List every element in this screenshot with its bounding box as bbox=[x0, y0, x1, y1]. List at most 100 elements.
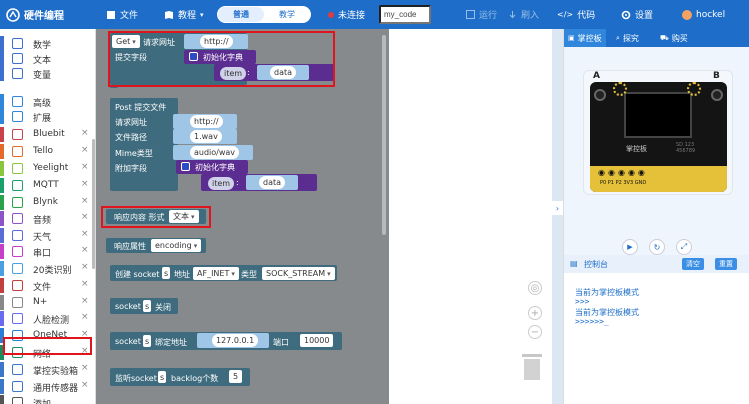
run-button[interactable]: 运行 bbox=[466, 0, 497, 29]
audio-icon bbox=[12, 213, 23, 224]
socket-close-var[interactable]: s bbox=[143, 300, 152, 312]
flash-button[interactable]: 刷入 bbox=[508, 0, 539, 29]
mode-toggle[interactable]: 普通 教学 bbox=[217, 6, 311, 23]
board-image[interactable]: 掌控板 SD 123 456789 P0 P1 P2 3V3 GND ◉◉◉◉◉ bbox=[590, 82, 727, 192]
restart-icon[interactable]: ↻ bbox=[649, 239, 665, 255]
socket-bind-var-value: s bbox=[145, 336, 150, 346]
sidebar-scrollbar[interactable] bbox=[92, 139, 95, 269]
close-icon[interactable]: × bbox=[81, 229, 89, 239]
console-title: 控制台 bbox=[584, 260, 608, 269]
socket-type-dropdown[interactable]: SOCK_STREAM bbox=[262, 267, 335, 280]
sidebar-item-3[interactable]: 高级 bbox=[0, 94, 94, 109]
close-icon[interactable]: × bbox=[81, 296, 89, 306]
workspace-canvas[interactable]: ◎ + − bbox=[389, 29, 563, 404]
post-url-input[interactable]: http:// bbox=[190, 115, 223, 128]
sidebar-item-20[interactable]: 通用传感器 × bbox=[0, 379, 94, 394]
file-menu[interactable]: 文件 bbox=[106, 0, 138, 29]
post-dict-value[interactable]: data bbox=[259, 176, 286, 189]
fullscreen-icon[interactable]: ⤢ bbox=[676, 239, 692, 255]
close-icon[interactable]: × bbox=[81, 145, 89, 155]
backlog-input[interactable]: 5 bbox=[229, 370, 243, 383]
sidebar-item-1[interactable]: 文本 bbox=[0, 51, 94, 66]
sidebar-item-10[interactable]: 音频 × bbox=[0, 211, 94, 226]
socket-bind-var[interactable]: s bbox=[143, 335, 152, 347]
sidebar-item-21[interactable]: 添加 bbox=[0, 395, 94, 404]
sidebar-item-13[interactable]: 20类识别 × bbox=[0, 261, 94, 276]
close-icon[interactable]: × bbox=[81, 363, 89, 373]
recenter-icon[interactable]: ◎ bbox=[528, 281, 542, 295]
user-menu[interactable]: hockel bbox=[682, 0, 725, 29]
console-icon: ▤ bbox=[570, 259, 578, 268]
right-panel: ▣ 掌控板 ⌕ 探究 ⛟ 购买 掌控板 SD 123 456789 P0 P1 … bbox=[563, 29, 749, 404]
close-icon[interactable]: × bbox=[81, 312, 89, 322]
sidebar-item-7[interactable]: Yeelight × bbox=[0, 161, 94, 176]
sidebar-item-8[interactable]: MQTT × bbox=[0, 178, 94, 193]
tab-buy[interactable]: ⛟ 购买 bbox=[656, 29, 692, 47]
close-icon[interactable]: × bbox=[81, 262, 89, 272]
close-icon[interactable]: × bbox=[81, 279, 89, 289]
sidebar-item-2[interactable]: 变量 bbox=[0, 66, 94, 81]
code-button[interactable]: </> 代码 bbox=[557, 0, 595, 29]
post-mime-input[interactable]: audio/wav bbox=[190, 146, 240, 159]
file-icon bbox=[107, 10, 115, 19]
sidebar-item-0[interactable]: 数学 bbox=[0, 36, 94, 51]
close-icon[interactable]: × bbox=[81, 380, 89, 390]
filename-input[interactable] bbox=[379, 5, 431, 24]
sidebar-item-15[interactable]: N+ × bbox=[0, 295, 94, 310]
response-attr-dropdown[interactable]: encoding bbox=[151, 239, 202, 252]
sidebar-item-11[interactable]: 天气 × bbox=[0, 228, 94, 243]
post-dict-key[interactable]: item bbox=[208, 177, 235, 190]
post-colon-label: : bbox=[236, 178, 239, 187]
zoom-in-icon[interactable]: + bbox=[528, 306, 542, 320]
close-icon[interactable]: × bbox=[81, 245, 89, 255]
category-color-stripe bbox=[0, 379, 4, 394]
collapse-arrow-icon[interactable]: › bbox=[552, 201, 563, 215]
response-attr-label: 响应属性 bbox=[114, 242, 146, 251]
tab-explore[interactable]: ⌕ 探究 bbox=[612, 29, 643, 47]
bind-ip-input[interactable]: 127.0.0.1 bbox=[212, 334, 259, 347]
panel-collapse-bar[interactable]: › bbox=[552, 29, 563, 404]
sidebar-item-4[interactable]: 扩展 bbox=[0, 109, 94, 124]
console-output[interactable]: 当前为掌控板模式 >>> 当前为掌控板模式 >>>>>>_ bbox=[564, 273, 749, 404]
sidebar-item-label: 通用传感器 bbox=[33, 384, 79, 394]
close-icon[interactable]: × bbox=[81, 128, 89, 138]
post-path-input[interactable]: 1.wav bbox=[190, 130, 222, 143]
mode-normal-option[interactable]: 普通 bbox=[218, 7, 264, 22]
af-dropdown[interactable]: AF_INET bbox=[193, 267, 239, 280]
reset-button[interactable]: 重置 bbox=[715, 258, 737, 270]
post-init-dict-label: 初始化字典 bbox=[195, 163, 235, 172]
flyout-scrollbar[interactable] bbox=[382, 35, 386, 235]
trash-icon[interactable] bbox=[520, 352, 544, 382]
drone-icon bbox=[12, 146, 23, 157]
sidebar-item-6[interactable]: Tello × bbox=[0, 144, 94, 159]
zoom-out-icon[interactable]: − bbox=[528, 325, 542, 339]
board-logo: 掌控板 bbox=[626, 145, 647, 153]
button-a[interactable] bbox=[594, 89, 606, 101]
settings-button[interactable]: 设置 bbox=[621, 0, 653, 29]
mode-normal-label: 普通 bbox=[233, 10, 249, 19]
connection-status[interactable]: 未连接 bbox=[328, 0, 365, 29]
sidebar-item-12[interactable]: 串口 × bbox=[0, 244, 94, 259]
close-icon[interactable]: × bbox=[81, 212, 89, 222]
sidebar-item-16[interactable]: 人脸检测 × bbox=[0, 311, 94, 326]
mode-teach-option[interactable]: 教学 bbox=[264, 7, 310, 22]
sidebar-item-14[interactable]: 文件 × bbox=[0, 278, 94, 293]
socket-var-s[interactable]: s bbox=[162, 267, 171, 279]
tab-board[interactable]: ▣ 掌控板 bbox=[564, 29, 606, 47]
close-icon[interactable]: × bbox=[81, 162, 89, 172]
sidebar-item-5[interactable]: Bluebit × bbox=[0, 127, 94, 142]
socket-listen-var[interactable]: s bbox=[158, 371, 167, 383]
close-icon[interactable]: × bbox=[81, 196, 89, 206]
button-b[interactable] bbox=[711, 89, 723, 101]
close-icon[interactable]: × bbox=[81, 179, 89, 189]
play-button[interactable]: ▶ bbox=[622, 239, 638, 255]
sidebar-item-19[interactable]: 掌控实验箱 × bbox=[0, 362, 94, 377]
gear-icon[interactable] bbox=[181, 162, 190, 171]
logo-icon bbox=[6, 7, 20, 22]
bind-port-input[interactable]: 10000 bbox=[300, 334, 334, 347]
app-brand: 硬件编程 bbox=[6, 0, 64, 29]
sidebar-item-9[interactable]: Blynk × bbox=[0, 195, 94, 210]
clear-button[interactable]: 清空 bbox=[682, 258, 704, 270]
mode-teach-label: 教学 bbox=[279, 10, 295, 19]
tutorial-menu[interactable]: 教程 ▾ bbox=[164, 0, 204, 29]
